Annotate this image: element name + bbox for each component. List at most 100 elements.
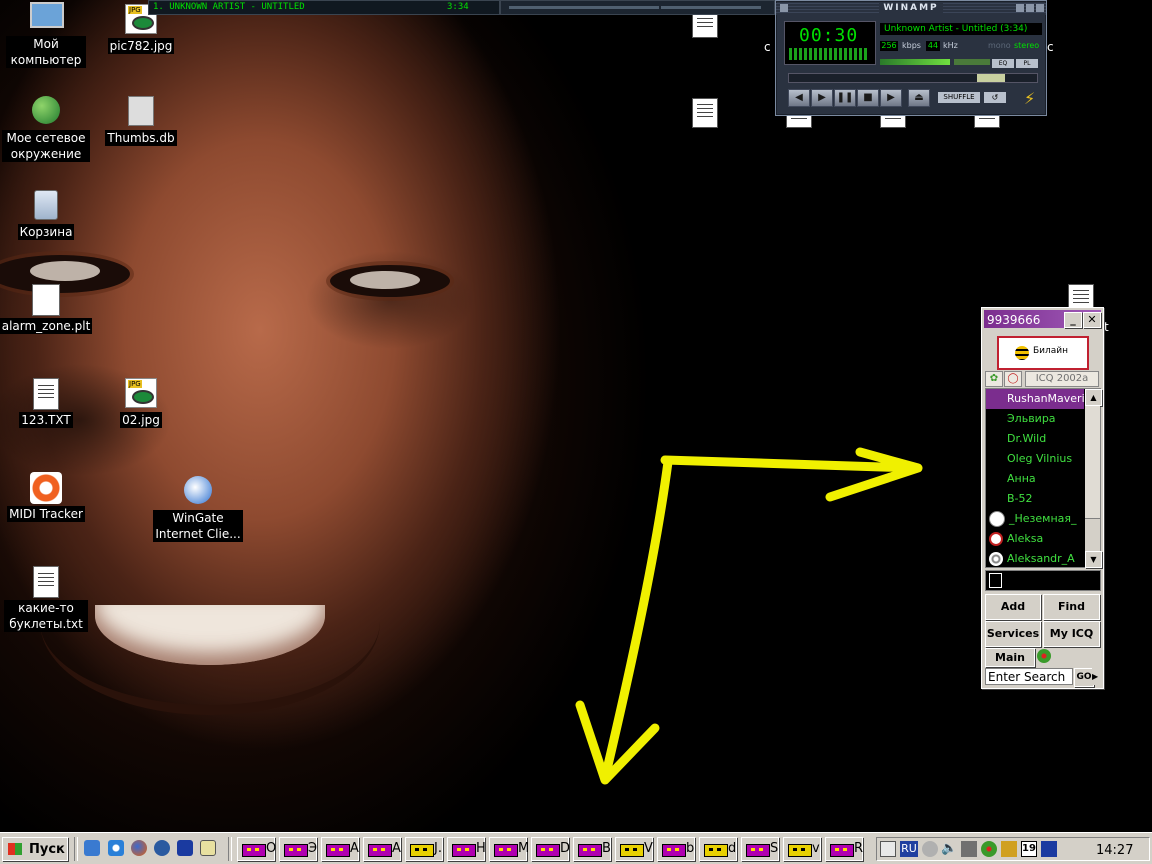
flower-status-icon[interactable]: ✿	[985, 371, 1003, 387]
contact-item[interactable]: B-52	[986, 489, 1084, 509]
desktop-icon-recycle-bin[interactable]: Корзина	[0, 190, 94, 240]
icq-plugin-icon[interactable]: ◯	[1004, 371, 1022, 387]
my-icq-button[interactable]: My ICQ	[1043, 621, 1100, 647]
notepad-icon[interactable]	[200, 840, 216, 856]
contact-item[interactable]: RushanMaveric	[986, 389, 1084, 409]
message-bar[interactable]	[985, 570, 1101, 591]
winamp-window[interactable]: WINAMP 00:30 Unknown Artist - Untitled (…	[775, 0, 1047, 116]
prev-icon[interactable]: ◀	[788, 89, 810, 107]
desktop-icon-02-jpg[interactable]: 02.jpg	[93, 378, 189, 428]
desktop-icon-123-txt[interactable]: 123.TXT	[0, 378, 94, 428]
add-button[interactable]: Add	[985, 594, 1041, 620]
next-icon[interactable]: ▶	[880, 89, 902, 107]
winamp-time[interactable]: 00:30	[799, 25, 858, 46]
search-input[interactable]: Enter Search	[985, 668, 1073, 685]
calendar-icon[interactable]: 19	[1021, 841, 1037, 857]
save-icon[interactable]	[177, 840, 193, 856]
stop-icon[interactable]: ■	[857, 89, 879, 107]
minimize-icon[interactable]	[1016, 4, 1024, 12]
winamp-song-title[interactable]: Unknown Artist - Untitled (3:34)	[880, 23, 1042, 35]
contact-item[interactable]: Oleg Vilnius	[986, 449, 1084, 469]
note-icon[interactable]	[989, 573, 1002, 588]
winamp-equalizer-shade[interactable]	[500, 0, 775, 15]
contact-item[interactable]: _Неземная_	[989, 509, 1087, 529]
task-button[interactable]: S	[741, 837, 779, 861]
task-button[interactable]: H	[447, 837, 486, 861]
desktop-icon-network[interactable]: Мое сетевое окружение	[0, 96, 94, 162]
hidden-doc-icon[interactable]	[692, 98, 718, 128]
scroll-up-icon[interactable]: ▲	[1085, 389, 1102, 406]
show-desktop-icon[interactable]	[84, 840, 100, 856]
contact-item[interactable]: Aleksandr_A	[989, 549, 1087, 569]
task-button[interactable]: M	[489, 837, 529, 861]
netscape-icon[interactable]	[154, 840, 170, 856]
chevron-right-icon[interactable]: ▶	[1092, 668, 1100, 685]
language-indicator[interactable]: RU	[900, 841, 918, 857]
contact-list[interactable]: RushanMaveric Эльвира Dr.Wild Oleg Vilni…	[985, 388, 1102, 569]
task-button[interactable]: R	[825, 837, 863, 861]
winamp-titlebar[interactable]: WINAMP	[776, 3, 1046, 15]
eq-balance-slider[interactable]	[661, 6, 761, 9]
go-button[interactable]: GO	[1074, 668, 1094, 687]
winamp-volume-slider[interactable]	[880, 59, 950, 65]
pause-icon[interactable]: ❚❚	[834, 89, 856, 107]
save-icon[interactable]	[1041, 841, 1057, 857]
winamp-menu-icon[interactable]	[780, 4, 788, 12]
volume-icon[interactable]: 🔈	[941, 841, 957, 857]
icq-flower-icon[interactable]	[1037, 649, 1051, 663]
services-button[interactable]: Services	[985, 621, 1041, 647]
task-button[interactable]: A	[363, 837, 401, 861]
main-button[interactable]: Main	[985, 648, 1035, 667]
visualizer[interactable]	[789, 48, 869, 60]
task-button[interactable]: v	[783, 837, 821, 861]
start-button[interactable]: Пуск	[2, 837, 68, 861]
minimize-icon[interactable]: _	[1064, 312, 1082, 328]
desktop-icon-booklets[interactable]: какие-то буклеты.txt	[0, 566, 94, 632]
desktop-icon-alarm-zone[interactable]: alarm_zone.plt	[0, 284, 94, 334]
find-button[interactable]: Find	[1043, 594, 1100, 620]
desktop[interactable]: Мой компьютер pic782.jpg Мое сетевое окр…	[0, 0, 1152, 832]
scroll-thumb[interactable]	[1085, 405, 1100, 519]
contact-item[interactable]: Эльвира	[986, 409, 1084, 429]
task-button[interactable]: Э	[279, 837, 317, 861]
clock[interactable]: 14:27	[1096, 843, 1133, 858]
ad-banner[interactable]: Билайн	[997, 336, 1089, 370]
desktop-icon-thumbs-db[interactable]: Thumbs.db	[93, 96, 189, 146]
task-button[interactable]: V	[615, 837, 653, 861]
desktop-icon-my-computer[interactable]: Мой компьютер	[0, 2, 94, 68]
mail-icon[interactable]	[880, 841, 896, 857]
network-connection-icon[interactable]	[961, 841, 977, 857]
contact-item[interactable]: Dr.Wild	[986, 429, 1084, 449]
task-button[interactable]: J.	[405, 837, 443, 861]
task-button[interactable]: A	[321, 837, 359, 861]
eq-volume-slider[interactable]	[509, 6, 659, 9]
icq-window[interactable]: 9939666 _ ✕ Билайн ✿ ◯ ICQ 2002a RushanM…	[981, 307, 1104, 689]
desktop-icon-wingate[interactable]: WinGate Internet Clie...	[150, 476, 246, 542]
task-button[interactable]: b	[657, 837, 695, 861]
shuffle-button[interactable]: SHUFFLE	[938, 92, 980, 103]
contact-item[interactable]: Aleksa	[989, 529, 1087, 549]
desktop-icon-midi-tracker[interactable]: MIDI Tracker	[0, 472, 94, 522]
contact-list-scrollbar[interactable]: ▲ ▼	[1085, 389, 1102, 568]
eject-icon[interactable]: ⏏	[908, 89, 930, 107]
close-icon[interactable]	[1036, 4, 1044, 12]
contact-item[interactable]: Анна	[986, 469, 1084, 489]
lightning-bolt-icon[interactable]: ⚡	[1024, 89, 1035, 108]
winamp-seek-bar[interactable]	[788, 73, 1038, 83]
scroll-down-icon[interactable]: ▼	[1085, 551, 1102, 568]
network-status-icon[interactable]	[922, 841, 938, 857]
winamp-eq-toggle[interactable]: EQ	[992, 59, 1014, 68]
shade-icon[interactable]	[1026, 4, 1034, 12]
winamp-balance-slider[interactable]	[954, 59, 990, 65]
task-button[interactable]: O	[237, 837, 276, 861]
winamp-pl-toggle[interactable]: PL	[1016, 59, 1038, 68]
seek-thumb[interactable]	[977, 74, 1005, 82]
icq-titlebar[interactable]: 9939666 _ ✕	[984, 310, 1101, 328]
play-icon[interactable]: ▶	[811, 89, 833, 107]
winamp-playlist-shade[interactable]: 1. UNKNOWN ARTIST - UNTITLED 3:34	[148, 0, 500, 15]
internet-explorer-icon[interactable]	[108, 840, 124, 856]
task-button[interactable]: D	[531, 837, 570, 861]
close-icon[interactable]: ✕	[1083, 312, 1101, 328]
tool-icon[interactable]	[1001, 841, 1017, 857]
firefox-icon[interactable]	[131, 840, 147, 856]
